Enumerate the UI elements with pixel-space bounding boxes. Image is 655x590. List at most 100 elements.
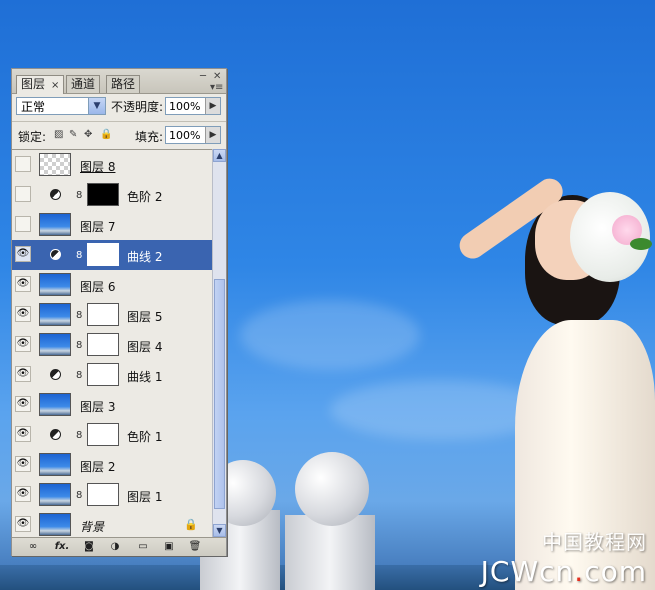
layer-name: 背景 (80, 520, 105, 534)
adjustment-layer-icon[interactable]: ◑ (108, 540, 122, 553)
eye-icon[interactable]: 👁 (15, 516, 31, 532)
layer-name: 色阶 2 (127, 190, 163, 204)
layer-thumbnail (39, 153, 71, 176)
layer-thumbnail (39, 303, 71, 326)
leaf (630, 238, 652, 250)
eye-icon[interactable]: 👁 (15, 486, 31, 502)
watermark: 中国教程网 JCWcn.com (481, 526, 647, 588)
eye-icon[interactable]: 👁 (15, 426, 31, 442)
layers-list: 图层 8 8 色阶 2 图层 7 👁 8 曲线 2 👁 图层 6 👁 8 图层 … (12, 149, 212, 538)
visibility-toggle[interactable] (15, 156, 31, 172)
visibility-toggle[interactable] (15, 216, 31, 232)
layer-row[interactable]: 👁 图层 6 (12, 270, 212, 301)
panel-menu-icon[interactable]: ▾≡ (210, 82, 223, 93)
layer-row[interactable]: 图层 7 (12, 210, 212, 241)
layer-thumbnail (39, 213, 71, 236)
chevron-down-icon[interactable]: ▼ (88, 98, 105, 114)
fx-icon[interactable]: fx. (52, 540, 72, 553)
layer-row[interactable]: 👁 图层 2 (12, 450, 212, 481)
eye-icon[interactable]: 👁 (15, 336, 31, 352)
cloud (240, 300, 420, 370)
panel-bottom-bar: ∞ fx. ◙ ◑ ▭ ▣ 🗑 (12, 537, 226, 556)
blend-row: 正常 ▼ 不透明度: 100% ▶ (12, 93, 226, 119)
layers-scrollbar[interactable]: ▲ ▼ (212, 149, 226, 537)
watermark-cn: 中国教程网 (542, 530, 647, 554)
scroll-thumb[interactable] (214, 279, 225, 509)
lock-all-icon[interactable]: 🔒 (100, 130, 112, 140)
layer-row[interactable]: 👁 图层 3 (12, 390, 212, 421)
layer-name: 图层 5 (127, 310, 163, 324)
layer-row[interactable]: 👁 8 图层 1 (12, 480, 212, 511)
fill-field[interactable]: 100% ▶ (165, 126, 221, 144)
eye-icon[interactable]: 👁 (15, 246, 31, 262)
fill-label: 填充: (135, 130, 164, 144)
layer-thumbnail (39, 483, 71, 506)
opacity-field[interactable]: 100% ▶ (165, 97, 221, 115)
mask-thumbnail (87, 303, 119, 326)
layer-row-selected[interactable]: 👁 8 曲线 2 (12, 240, 212, 271)
layer-row[interactable]: 👁 8 图层 4 (12, 330, 212, 361)
lock-transparent-icon[interactable]: ▨ (54, 130, 64, 140)
lock-icon: 🔒 (184, 518, 198, 531)
layer-row[interactable]: 👁 8 色阶 1 (12, 420, 212, 451)
layer-thumbnail (39, 333, 71, 356)
link-icon[interactable]: 8 (76, 250, 82, 261)
layer-thumbnail (39, 513, 71, 536)
layer-thumbnail (39, 453, 71, 476)
lock-image-icon[interactable]: ✎ (69, 130, 79, 140)
visibility-toggle[interactable] (15, 186, 31, 202)
link-icon[interactable]: 8 (76, 430, 82, 441)
eye-icon[interactable]: 👁 (15, 306, 31, 322)
layer-name: 曲线 1 (127, 370, 163, 384)
layer-name: 图层 8 (80, 160, 116, 174)
close-icon[interactable]: × (51, 80, 59, 91)
mask-thumbnail (87, 363, 119, 386)
panel-tabbar: 图层 × 通道 路径 ─ ✕ ▾≡ (12, 69, 226, 94)
layer-name: 图层 2 (80, 460, 116, 474)
layer-row-background[interactable]: 👁 背景 🔒 (12, 510, 212, 538)
chevron-right-icon[interactable]: ▶ (205, 98, 220, 114)
tab-layers[interactable]: 图层 × (16, 75, 65, 94)
adjustment-icon (50, 369, 61, 380)
chevron-right-icon[interactable]: ▶ (205, 127, 220, 143)
mask-thumbnail (87, 243, 119, 266)
layer-row[interactable]: 👁 8 曲线 1 (12, 360, 212, 391)
layer-name: 色阶 1 (127, 430, 163, 444)
layer-row[interactable]: 图层 8 (12, 150, 212, 181)
layers-panel: 图层 × 通道 路径 ─ ✕ ▾≡ 正常 ▼ 不透明度: 100% ▶ 锁定: ▨ ✎… (11, 68, 227, 556)
lock-row: 锁定: ▨ ✎ ✥ 🔒 填充: 100% ▶ (12, 121, 226, 148)
layer-name: 图层 6 (80, 280, 116, 294)
tab-paths[interactable]: 路径 (106, 75, 141, 93)
layer-thumbnail (39, 273, 71, 296)
eye-icon[interactable]: 👁 (15, 396, 31, 412)
link-icon[interactable]: 8 (76, 490, 82, 501)
link-icon[interactable]: 8 (76, 310, 82, 321)
scroll-up-icon[interactable]: ▲ (213, 149, 226, 162)
mask-thumbnail (87, 183, 119, 206)
link-icon[interactable]: 8 (76, 340, 82, 351)
scroll-down-icon[interactable]: ▼ (213, 524, 226, 537)
new-layer-icon[interactable]: ▣ (162, 540, 176, 553)
layer-thumbnail (39, 393, 71, 416)
layer-row[interactable]: 8 色阶 2 (12, 180, 212, 211)
eye-icon[interactable]: 👁 (15, 366, 31, 382)
mask-thumbnail (87, 333, 119, 356)
eye-icon[interactable]: 👁 (15, 276, 31, 292)
add-mask-icon[interactable]: ◙ (82, 540, 96, 553)
mask-thumbnail (87, 483, 119, 506)
adjustment-icon (50, 249, 61, 260)
new-group-icon[interactable]: ▭ (136, 540, 150, 553)
layer-row[interactable]: 👁 8 图层 5 (12, 300, 212, 331)
layer-name: 曲线 2 (127, 250, 163, 264)
minimize-icon[interactable]: ─ (200, 71, 206, 82)
link-icon[interactable]: 8 (76, 370, 82, 381)
mask-thumbnail (87, 423, 119, 446)
eye-icon[interactable]: 👁 (15, 456, 31, 472)
lock-position-icon[interactable]: ✥ (84, 130, 94, 140)
link-icon[interactable]: 8 (76, 190, 82, 201)
blend-mode-select[interactable]: 正常 ▼ (16, 97, 106, 115)
tab-channels[interactable]: 通道 (66, 75, 101, 93)
close-panel-icon[interactable]: ✕ (213, 71, 221, 82)
link-layers-icon[interactable]: ∞ (26, 540, 40, 553)
trash-icon[interactable]: 🗑 (188, 540, 202, 553)
